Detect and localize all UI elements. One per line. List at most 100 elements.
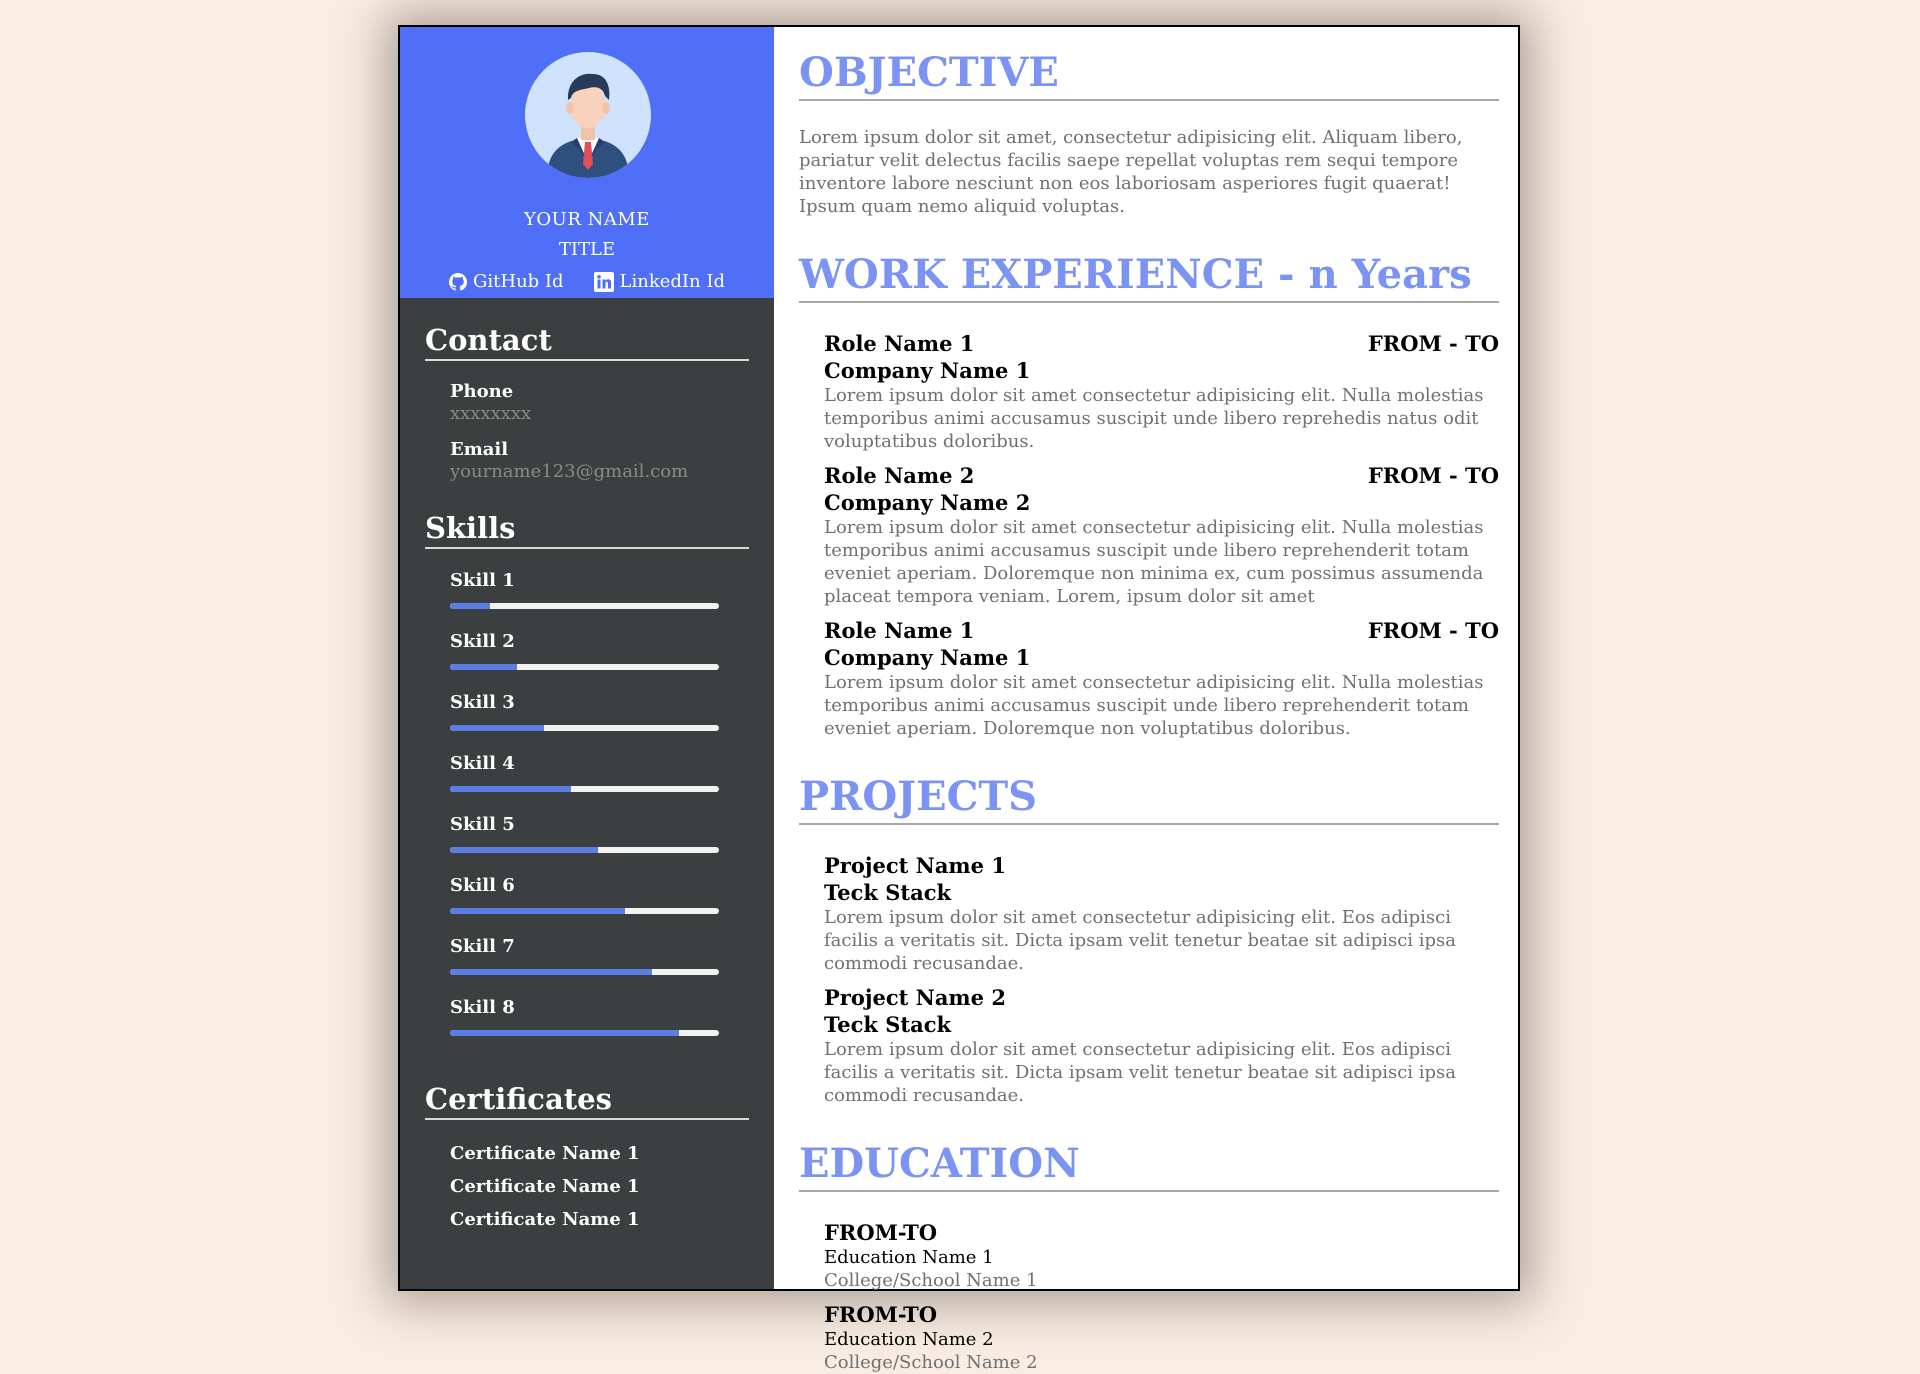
- projects-heading: PROJECTS: [799, 773, 1499, 825]
- project-name: Project Name 2: [824, 985, 1006, 1010]
- skill-item: Skill 2: [450, 632, 749, 670]
- education-range: FROM-TO: [824, 1220, 938, 1245]
- skill-item: Skill 3: [450, 693, 749, 731]
- skill-item: Skill 8: [450, 998, 749, 1036]
- skill-bar: [450, 664, 719, 670]
- objective-heading: OBJECTIVE: [799, 49, 1499, 101]
- job-header: Role Name 1 FROM - TO: [824, 617, 1499, 644]
- certificate-item: Certificate Name 1: [450, 1143, 640, 1164]
- linkedin-link[interactable]: LinkedIn Id: [593, 271, 725, 292]
- skill-fill: [450, 969, 652, 975]
- skill-fill: [450, 1030, 679, 1036]
- job-description: Lorem ipsum dolor sit amet consectetur a…: [824, 517, 1484, 607]
- skill-name: Skill 1: [450, 570, 515, 591]
- job-header: Role Name 2 FROM - TO: [824, 462, 1499, 489]
- job-item: Role Name 2 FROM - TO Company Name 2 Lor…: [824, 462, 1499, 608]
- skill-item: Skill 6: [450, 876, 749, 914]
- job-role: Role Name 1: [824, 618, 975, 643]
- job-item: Role Name 1 FROM - TO Company Name 1 Lor…: [824, 617, 1499, 740]
- skills-section: Skills Skill 1 Skill 2 Skill 3 Skill 4 S…: [400, 511, 774, 1059]
- job-dates: FROM - TO: [1367, 618, 1499, 643]
- certificates-section: Certificates Certificate Name 1 Certific…: [400, 1082, 774, 1243]
- linkedin-icon: [593, 271, 614, 292]
- skill-fill: [450, 725, 545, 731]
- github-label: GitHub Id: [473, 271, 564, 292]
- education-item: FROM-TO Education Name 2 College/School …: [824, 1301, 1499, 1374]
- job-dates: FROM - TO: [1367, 331, 1499, 356]
- project-item: Project Name 1 Teck Stack Lorem ipsum do…: [824, 852, 1499, 975]
- work-experience-heading: WORK EXPERIENCE - n Years: [799, 251, 1499, 303]
- skill-bar: [450, 1030, 719, 1036]
- skill-item: Skill 4: [450, 754, 749, 792]
- work-experience-section: WORK EXPERIENCE - n Years Role Name 1 FR…: [799, 251, 1499, 740]
- certificate-item: Certificate Name 1: [450, 1209, 640, 1230]
- skill-fill: [450, 603, 491, 609]
- profile-header: YOUR NAME TITLE GitHub Id LinkedIn Id: [400, 27, 774, 298]
- skill-list: Skill 1 Skill 2 Skill 3 Skill 4 Skill 5: [425, 571, 749, 1036]
- phone-label: Phone: [450, 381, 514, 402]
- skill-name: Skill 6: [450, 875, 515, 896]
- objective-section: OBJECTIVE Lorem ipsum dolor sit amet, co…: [799, 49, 1499, 218]
- skill-name: Skill 8: [450, 997, 515, 1018]
- profile-name: YOUR NAME: [524, 209, 650, 230]
- profile-title: TITLE: [558, 239, 616, 260]
- education-school: College/School Name 1: [824, 1270, 1038, 1291]
- job-company: Company Name 1: [824, 358, 1031, 383]
- education-section: EDUCATION FROM-TO Education Name 1 Colle…: [799, 1140, 1499, 1374]
- github-link[interactable]: GitHub Id: [449, 271, 564, 292]
- projects-section: PROJECTS Project Name 1 Teck Stack Lorem…: [799, 773, 1499, 1107]
- job-item: Role Name 1 FROM - TO Company Name 1 Lor…: [824, 330, 1499, 453]
- education-name: Education Name 1: [824, 1247, 994, 1268]
- skill-bar: [450, 847, 719, 853]
- education-range: FROM-TO: [824, 1302, 938, 1327]
- project-tech-stack: Teck Stack: [824, 880, 952, 905]
- certificate-item: Certificate Name 1: [450, 1176, 640, 1197]
- skill-name: Skill 4: [450, 753, 515, 774]
- project-list: Project Name 1 Teck Stack Lorem ipsum do…: [799, 852, 1499, 1107]
- education-name: Education Name 2: [824, 1329, 994, 1350]
- contact-section: Contact Phone xxxxxxxx Email yourname123…: [400, 323, 774, 483]
- education-list: FROM-TO Education Name 1 College/School …: [799, 1219, 1499, 1374]
- skill-fill: [450, 908, 625, 914]
- skill-item: Skill 5: [450, 815, 749, 853]
- skill-name: Skill 3: [450, 692, 515, 713]
- phone-block: Phone xxxxxxxx: [425, 381, 749, 425]
- github-icon: [449, 272, 467, 291]
- project-name: Project Name 1: [824, 853, 1006, 878]
- skills-heading: Skills: [425, 511, 749, 549]
- job-company: Company Name 1: [824, 645, 1031, 670]
- skill-bar: [450, 908, 719, 914]
- skill-bar: [450, 725, 719, 731]
- email-value: yourname123@gmail.com: [450, 461, 689, 482]
- main-content: OBJECTIVE Lorem ipsum dolor sit amet, co…: [774, 27, 1524, 1373]
- skill-name: Skill 5: [450, 814, 515, 835]
- linkedin-label: LinkedIn Id: [619, 271, 725, 292]
- sidebar: YOUR NAME TITLE GitHub Id LinkedIn Id Co…: [400, 27, 774, 1289]
- email-block: Email yourname123@gmail.com: [425, 439, 749, 483]
- skill-bar: [450, 969, 719, 975]
- project-tech-stack: Teck Stack: [824, 1012, 952, 1037]
- job-role: Role Name 2: [824, 463, 975, 488]
- resume-page: YOUR NAME TITLE GitHub Id LinkedIn Id Co…: [398, 25, 1520, 1373]
- objective-text: Lorem ipsum dolor sit amet, consectetur …: [799, 127, 1463, 217]
- skill-item: Skill 7: [450, 937, 749, 975]
- education-heading: EDUCATION: [799, 1140, 1499, 1192]
- certificates-heading: Certificates: [425, 1082, 749, 1120]
- job-header: Role Name 1 FROM - TO: [824, 330, 1499, 357]
- contact-heading: Contact: [425, 323, 749, 361]
- job-company: Company Name 2: [824, 490, 1031, 515]
- skill-bar: [450, 786, 719, 792]
- avatar-icon: [525, 52, 651, 178]
- social-links: GitHub Id LinkedIn Id: [400, 271, 774, 292]
- skill-fill: [450, 664, 518, 670]
- education-school: College/School Name 2: [824, 1352, 1038, 1373]
- job-list: Role Name 1 FROM - TO Company Name 1 Lor…: [799, 330, 1499, 740]
- project-description: Lorem ipsum dolor sit amet consectetur a…: [824, 907, 1457, 974]
- phone-value: xxxxxxxx: [450, 403, 532, 424]
- skill-bar: [450, 603, 719, 609]
- certificate-list: Certificate Name 1 Certificate Name 1 Ce…: [425, 1144, 749, 1230]
- project-description: Lorem ipsum dolor sit amet consectetur a…: [824, 1039, 1457, 1106]
- job-description: Lorem ipsum dolor sit amet consectetur a…: [824, 672, 1484, 739]
- job-role: Role Name 1: [824, 331, 975, 356]
- skill-item: Skill 1: [450, 571, 749, 609]
